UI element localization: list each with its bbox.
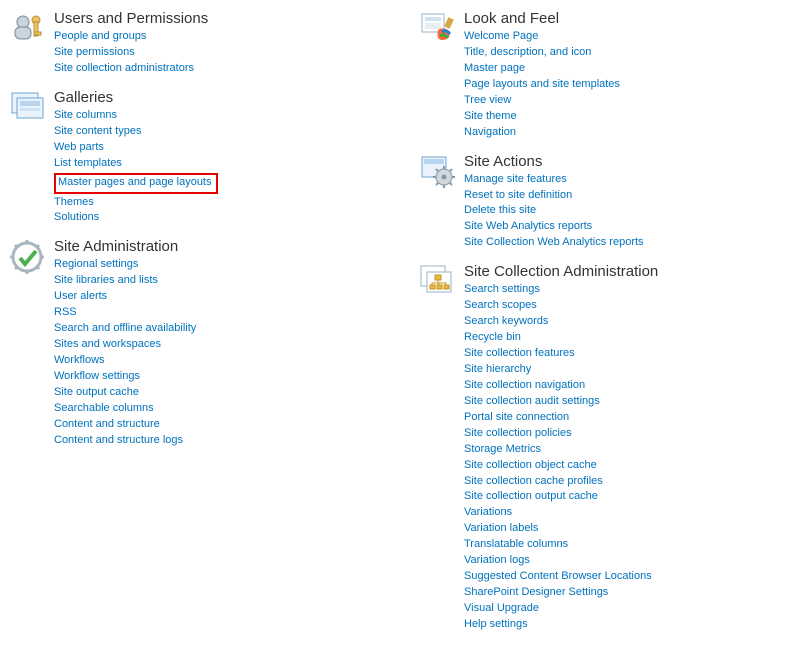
section-galleries: Galleries Site columnsSite content typesW… (10, 89, 360, 227)
section-site-actions: Site Actions Manage site featuresReset to… (420, 153, 779, 252)
link-help-settings[interactable]: Help settings (464, 617, 779, 633)
link-sharepoint-designer-settings[interactable]: SharePoint Designer Settings (464, 585, 779, 601)
link-page-layouts-and-site-templates[interactable]: Page layouts and site templates (464, 77, 779, 93)
link-variation-labels[interactable]: Variation labels (464, 521, 779, 537)
section-body: Look and Feel Welcome PageTitle, descript… (464, 10, 779, 141)
link-web-parts[interactable]: Web parts (54, 140, 360, 156)
highlighted-link: Master pages and page layouts (54, 173, 218, 194)
link-storage-metrics[interactable]: Storage Metrics (464, 442, 779, 458)
section-site-collection-administration: Site Collection Administration Search set… (420, 263, 779, 633)
settings-columns: Users and PermissionsPeople and groupsSi… (10, 10, 779, 645)
link-site-collection-cache-profiles[interactable]: Site collection cache profiles (464, 474, 779, 490)
section-title-look-and-feel: Look and Feel (464, 10, 779, 27)
section-body: Galleries Site columnsSite content typesW… (54, 89, 360, 227)
link-portal-site-connection[interactable]: Portal site connection (464, 410, 779, 426)
right-column: Look and Feel Welcome PageTitle, descript… (420, 10, 779, 645)
link-themes[interactable]: Themes (54, 195, 360, 211)
links-list: Regional settingsSite libraries and list… (54, 257, 360, 448)
link-welcome-page[interactable]: Welcome Page (464, 29, 779, 45)
link-user-alerts[interactable]: User alerts (54, 289, 360, 305)
section-users-and-permissions: Users and PermissionsPeople and groupsSi… (10, 10, 360, 77)
link-site-permissions[interactable]: Site permissions (54, 45, 360, 61)
section-title-site-collection-administration: Site Collection Administration (464, 263, 779, 280)
link-site-theme[interactable]: Site theme (464, 109, 779, 125)
link-site-collection-policies[interactable]: Site collection policies (464, 426, 779, 442)
links-list: Search settingsSearch scopesSearch keywo… (464, 282, 779, 633)
link-people-and-groups[interactable]: People and groups (54, 29, 360, 45)
link-site-content-types[interactable]: Site content types (54, 124, 360, 140)
link-master-pages-and-page-layouts[interactable]: Master pages and page layouts (58, 175, 212, 191)
link-delete-this-site[interactable]: Delete this site (464, 203, 779, 219)
link-master-page[interactable]: Master page (464, 61, 779, 77)
link-site-collection-audit-settings[interactable]: Site collection audit settings (464, 394, 779, 410)
link-site-collection-output-cache[interactable]: Site collection output cache (464, 489, 779, 505)
site-actions-icon (420, 153, 464, 189)
section-title-site-actions: Site Actions (464, 153, 779, 170)
link-visual-upgrade[interactable]: Visual Upgrade (464, 601, 779, 617)
link-workflow-settings[interactable]: Workflow settings (54, 369, 360, 385)
links-list: People and groupsSite permissionsSite co… (54, 29, 360, 77)
link-site-collection-navigation[interactable]: Site collection navigation (464, 378, 779, 394)
link-navigation[interactable]: Navigation (464, 125, 779, 141)
link-search-scopes[interactable]: Search scopes (464, 298, 779, 314)
link-content-and-structure-logs[interactable]: Content and structure logs (54, 433, 360, 449)
site-collection-admin-icon (420, 263, 464, 301)
users-key-icon (10, 10, 54, 44)
link-list-templates[interactable]: List templates (54, 156, 360, 172)
link-site-collection-administrators[interactable]: Site collection administrators (54, 61, 360, 77)
link-workflows[interactable]: Workflows (54, 353, 360, 369)
link-site-collection-features[interactable]: Site collection features (464, 346, 779, 362)
link-searchable-columns[interactable]: Searchable columns (54, 401, 360, 417)
left-column: Users and PermissionsPeople and groupsSi… (10, 10, 360, 645)
link-variation-logs[interactable]: Variation logs (464, 553, 779, 569)
link-site-libraries-and-lists[interactable]: Site libraries and lists (54, 273, 360, 289)
link-tree-view[interactable]: Tree view (464, 93, 779, 109)
link-title-description-and-icon[interactable]: Title, description, and icon (464, 45, 779, 61)
link-site-collection-object-cache[interactable]: Site collection object cache (464, 458, 779, 474)
section-body: Site AdministrationRegional settingsSite… (54, 238, 360, 448)
links-list: Manage site featuresReset to site defini… (464, 172, 779, 252)
link-site-hierarchy[interactable]: Site hierarchy (464, 362, 779, 378)
link-translatable-columns[interactable]: Translatable columns (464, 537, 779, 553)
section-body: Site Collection Administration Search set… (464, 263, 779, 633)
section-title-galleries: Galleries (54, 89, 360, 106)
link-content-and-structure[interactable]: Content and structure (54, 417, 360, 433)
section-site-administration: Site AdministrationRegional settingsSite… (10, 238, 360, 448)
section-body: Users and PermissionsPeople and groupsSi… (54, 10, 360, 77)
link-manage-site-features[interactable]: Manage site features (464, 172, 779, 188)
link-variations[interactable]: Variations (464, 505, 779, 521)
links-list: Site columnsSite content typesWeb partsL… (54, 108, 360, 227)
galleries-icon (10, 89, 54, 125)
link-recycle-bin[interactable]: Recycle bin (464, 330, 779, 346)
link-search-keywords[interactable]: Search keywords (464, 314, 779, 330)
link-site-collection-web-analytics-reports[interactable]: Site Collection Web Analytics reports (464, 235, 779, 251)
section-look-and-feel: Look and Feel Welcome PageTitle, descript… (420, 10, 779, 141)
link-site-web-analytics-reports[interactable]: Site Web Analytics reports (464, 219, 779, 235)
link-rss[interactable]: RSS (54, 305, 360, 321)
link-search-settings[interactable]: Search settings (464, 282, 779, 298)
links-list: Welcome PageTitle, description, and icon… (464, 29, 779, 141)
section-title-site-administration: Site Administration (54, 238, 360, 255)
link-suggested-content-browser-locations[interactable]: Suggested Content Browser Locations (464, 569, 779, 585)
link-search-and-offline-availability[interactable]: Search and offline availability (54, 321, 360, 337)
look-feel-icon (420, 10, 464, 46)
link-site-columns[interactable]: Site columns (54, 108, 360, 124)
link-reset-to-site-definition[interactable]: Reset to site definition (464, 188, 779, 204)
link-sites-and-workspaces[interactable]: Sites and workspaces (54, 337, 360, 353)
link-site-output-cache[interactable]: Site output cache (54, 385, 360, 401)
section-title-users-and-permissions: Users and Permissions (54, 10, 360, 27)
site-admin-icon (10, 238, 54, 274)
section-body: Site Actions Manage site featuresReset to… (464, 153, 779, 252)
link-regional-settings[interactable]: Regional settings (54, 257, 360, 273)
link-solutions[interactable]: Solutions (54, 210, 360, 226)
